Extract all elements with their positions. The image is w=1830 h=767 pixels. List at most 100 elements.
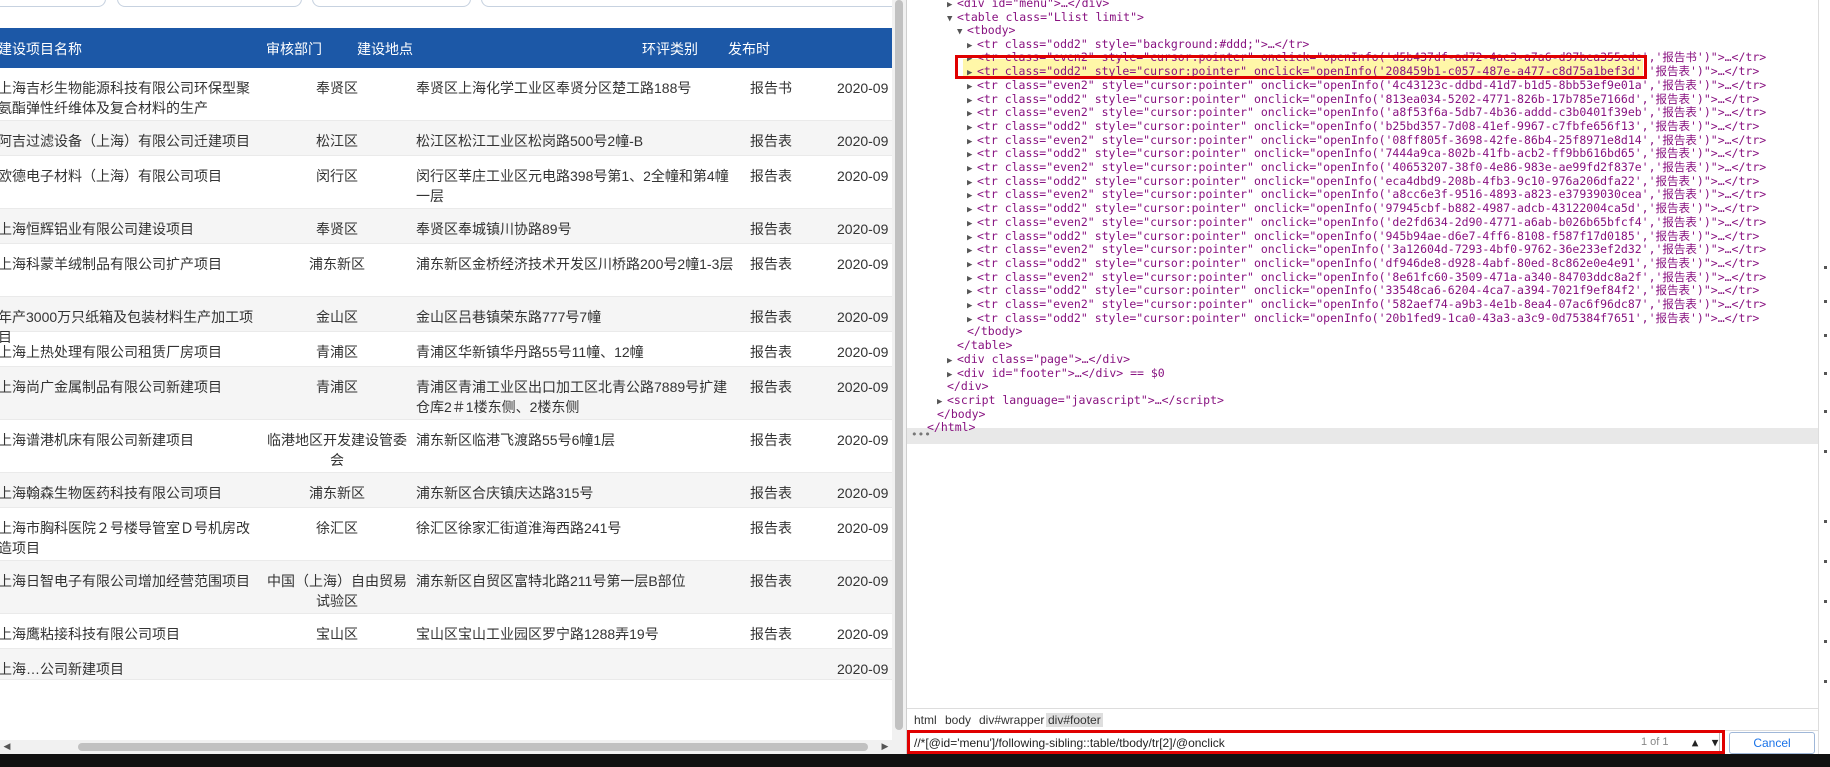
cell-location: 青浦区青浦工业区出口加工区北青公路7889号扩建仓库2＃1楼东侧、2楼东侧 [416, 379, 728, 415]
cell-type: 报告表 [750, 221, 792, 237]
cell-type: 报告表 [750, 344, 792, 360]
cell-type: 报告表 [750, 626, 792, 642]
table-row[interactable]: 上海吉杉生物能源科技有限公司环保型聚氨酯弹性纤维体及复合材料的生产 奉贤区 奉贤区上… [0, 68, 892, 121]
table-row[interactable]: 欧德电子材料（上海）有限公司项目 闵行区 闵行区莘庄工业区元电路398号第1、2全幢… [0, 156, 892, 209]
cell-location: 金山区吕巷镇荣东路777号7幢 [416, 309, 602, 325]
cell-name: 阿吉过滤设备（上海）有限公司迁建项目 [0, 133, 250, 149]
cell-type: 报告表 [750, 256, 792, 272]
header-type: 环评类别 [642, 41, 698, 57]
table-row[interactable]: 上海恒辉铝业有限公司建设项目 奉贤区 奉贤区奉城镇川协路89号 报告表 2020-09 [0, 209, 892, 244]
cell-type: 报告表 [750, 309, 792, 325]
cell-location: 松江区松江工业区松岗路500号2幢-B [416, 133, 644, 149]
cell-dept: 奉贤区 [316, 221, 358, 237]
cell-date: 2020-09 [837, 520, 889, 536]
cell-location: 浦东新区临港飞渡路55号6幢1层 [416, 432, 616, 448]
filter-field[interactable] [312, 0, 471, 7]
cell-dept: 中国（上海）自由贸易试验区 [267, 573, 407, 609]
dom-node-text: <script language="javascript">…</script> [947, 392, 1224, 407]
dom-node-text: </html> [927, 420, 976, 435]
cell-date: 2020-09 [837, 379, 889, 395]
table-row[interactable]: 上海翰森生物医药科技有限公司项目 浦东新区 浦东新区合庆镇庆达路315号 报告表 202… [0, 473, 892, 508]
cell-dept: 徐汇区 [316, 520, 358, 536]
breadcrumb-body[interactable]: body [943, 713, 973, 727]
cell-date: 2020-09 [837, 80, 889, 96]
table-row[interactable]: 上海…公司新建项目 2020-09 [0, 649, 892, 680]
cell-dept: 青浦区 [316, 379, 358, 395]
table-row[interactable]: 年产3000万只纸箱及包装材料生产加工项目 金山区 金山区吕巷镇荣东路777号7幢报… [0, 297, 892, 345]
scroll-left-icon[interactable]: ◀ [0, 740, 14, 754]
side-ruler [1818, 0, 1830, 754]
table-row[interactable]: 上海尚广金属制品有限公司新建项目 青浦区 青浦区青浦工业区出口加工区北青公路7889… [0, 367, 892, 420]
breadcrumb-html[interactable]: html [912, 713, 939, 727]
breadcrumb-footer[interactable]: div#footer [1046, 713, 1103, 727]
cell-dept: 临港地区开发建设管委会 [267, 432, 407, 468]
cell-location: 浦东新区自贸区富特北路211号第一层B部位 [416, 573, 686, 589]
table-header: 建设项目名称 审核部门 建设地点 环评类别 发布时 [0, 28, 892, 68]
cell-location: 奉贤区奉城镇川协路89号 [416, 221, 572, 237]
cell-date: 2020-09 [837, 661, 889, 677]
bottom-band [0, 754, 1830, 767]
highlight-box [955, 55, 1647, 79]
expand-down-icon[interactable]: ▼ [957, 24, 967, 40]
table-row[interactable]: 阿吉过滤设备（上海）有限公司迁建项目 松江区 松江区松江工业区松岗路500号2幢-B… [0, 121, 892, 156]
cell-dept: 闵行区 [316, 168, 358, 184]
filter-field[interactable] [481, 0, 892, 7]
cancel-button[interactable]: Cancel [1729, 732, 1815, 754]
cell-name: 欧德电子材料（上海）有限公司项目 [0, 168, 222, 184]
cell-name: 上海谱港机床有限公司新建项目 [0, 432, 194, 448]
cell-dept: 浦东新区 [309, 485, 365, 501]
cell-date: 2020-09 [837, 626, 889, 642]
breadcrumb: html body div#wrapper div#footer [907, 708, 1818, 731]
vertical-scrollbar[interactable] [892, 0, 906, 754]
cell-type: 报告表 [750, 133, 792, 149]
scroll-thumb[interactable] [78, 743, 868, 751]
dom-node-line[interactable]: </html> [917, 419, 975, 435]
table-row[interactable]: 上海市胸科医院２号楼导管室Ｄ号机房改造项目 徐汇区 徐汇区徐家汇街道淮海西路241号… [0, 508, 892, 561]
filter-field[interactable] [0, 0, 106, 7]
scroll-thumb[interactable] [895, 0, 903, 730]
cell-name: 上海吉杉生物能源科技有限公司环保型聚氨酯弹性纤维体及复合材料的生产 [0, 80, 250, 116]
cell-name: 上海恒辉铝业有限公司建设项目 [0, 221, 194, 237]
scroll-right-icon[interactable]: ▶ [878, 740, 892, 754]
cell-date: 2020-09 [837, 344, 889, 360]
cell-type: 报告表 [750, 432, 792, 448]
table-row[interactable]: 上海鹰粘接科技有限公司项目 宝山区 宝山区宝山工业园区罗宁路1288弄19号 报告表 2… [0, 614, 892, 649]
cell-type: 报告表 [750, 168, 792, 184]
cell-type: 报告书 [750, 80, 792, 96]
cell-location: 浦东新区金桥经济技术开发区川桥路200号2幢1-3层 [416, 256, 734, 272]
table-row[interactable]: 上海科蒙羊绒制品有限公司扩产项目 浦东新区 浦东新区金桥经济技术开发区川桥路200号… [0, 244, 892, 297]
dom-node-line[interactable]: ▶ <tr class="odd2" style="cursor:pointer"… [967, 310, 1759, 326]
cell-type: 报告表 [750, 573, 792, 589]
cell-location: 徐汇区徐家汇街道淮海西路241号 [416, 520, 622, 536]
horizontal-scrollbar[interactable]: ◀ ▶ [0, 740, 892, 754]
cell-location: 宝山区宝山工业园区罗宁路1288弄19号 [416, 626, 659, 642]
expand-down-icon[interactable]: ▼ [947, 11, 957, 27]
table-row[interactable]: 上海上热处理有限公司租赁厂房项目 青浦区 青浦区华新镇华丹路55号11幢、12幢 报告… [0, 332, 892, 367]
header-date: 发布时 [728, 41, 770, 57]
filter-field[interactable] [117, 0, 302, 7]
cell-type: 报告表 [750, 520, 792, 536]
cell-dept: 奉贤区 [316, 80, 358, 96]
search-filter-strip [0, 0, 892, 28]
cell-name: 上海…公司新建项目 [0, 661, 124, 677]
project-table-body: 上海吉杉生物能源科技有限公司环保型聚氨酯弹性纤维体及复合材料的生产 奉贤区 奉贤区上… [0, 68, 892, 680]
cell-name: 上海科蒙羊绒制品有限公司扩产项目 [0, 256, 222, 272]
cell-date: 2020-09 [837, 133, 889, 149]
dom-node-text: <tr class="odd2" style="cursor:pointer" … [977, 310, 1760, 325]
header-dept: 审核部门 [266, 41, 322, 57]
header-location: 建设地点 [357, 41, 413, 57]
header-name: 建设项目名称 [0, 41, 82, 57]
cell-date: 2020-09 [837, 485, 889, 501]
cell-type: 报告表 [750, 485, 792, 501]
cell-date: 2020-09 [837, 168, 889, 184]
web-page: 建设项目名称 审核部门 建设地点 环评类别 发布时 上海吉杉生物能源科技有限公司… [0, 0, 892, 767]
breadcrumb-wrapper[interactable]: div#wrapper [977, 713, 1046, 727]
cell-date: 2020-09 [837, 432, 889, 448]
cell-date: 2020-09 [837, 309, 889, 325]
table-row[interactable]: 上海日智电子有限公司增加经营范围项目 中国（上海）自由贸易试验区 浦东新区自贸区富特… [0, 561, 892, 614]
selected-node-highlight [907, 428, 1818, 444]
cell-name: 上海鹰粘接科技有限公司项目 [0, 626, 180, 642]
table-row[interactable]: 上海谱港机床有限公司新建项目 临港地区开发建设管委会 浦东新区临港飞渡路55号6幢1… [0, 420, 892, 473]
cell-location: 青浦区华新镇华丹路55号11幢、12幢 [416, 344, 644, 360]
cell-date: 2020-09 [837, 221, 889, 237]
